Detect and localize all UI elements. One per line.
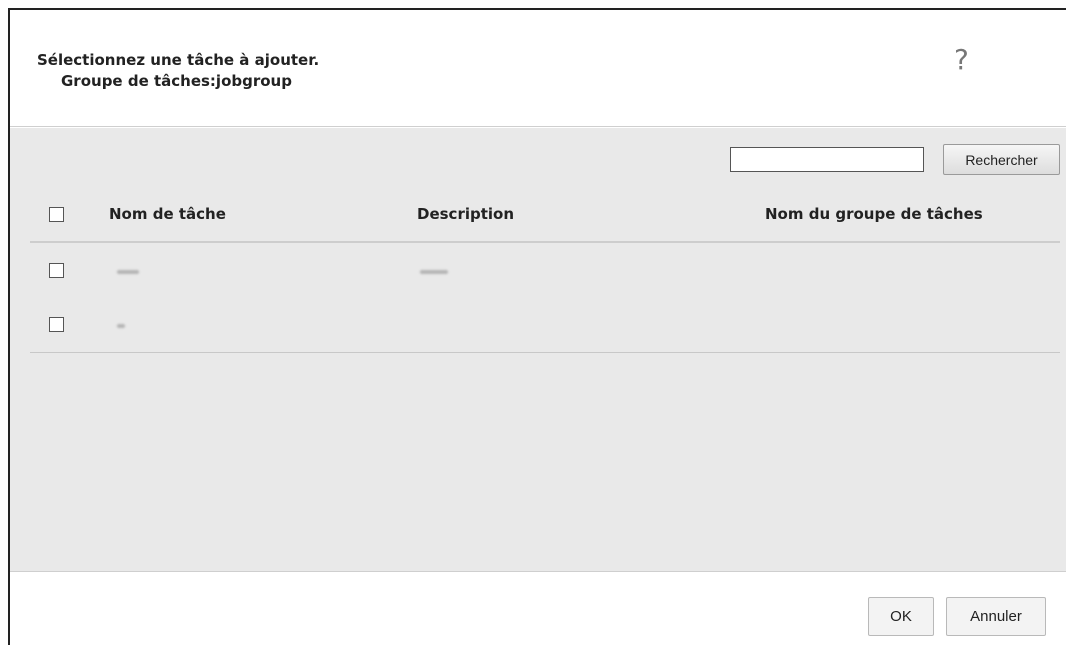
search-button[interactable]: Rechercher bbox=[943, 144, 1060, 175]
row-job-name bbox=[117, 324, 125, 328]
column-header-job-group[interactable]: Nom du groupe de tâches bbox=[765, 205, 983, 223]
column-header-description[interactable]: Description bbox=[417, 205, 514, 223]
select-all-checkbox[interactable] bbox=[49, 207, 64, 222]
help-icon[interactable]: ? bbox=[954, 46, 969, 74]
job-list-panel: Rechercher Nom de tâche Description Nom … bbox=[10, 128, 1066, 572]
header-divider bbox=[30, 241, 1060, 243]
dialog-footer: OK Annuler bbox=[10, 573, 1066, 645]
dialog-title: Sélectionnez une tâche à ajouter. bbox=[37, 51, 320, 69]
job-group-label: Groupe de tâches:jobgroup bbox=[61, 72, 292, 90]
row-job-name bbox=[117, 270, 139, 274]
ok-button[interactable]: OK bbox=[868, 597, 934, 636]
cancel-button[interactable]: Annuler bbox=[946, 597, 1046, 636]
row-checkbox[interactable] bbox=[49, 263, 64, 278]
search-input[interactable] bbox=[730, 147, 924, 172]
row-checkbox[interactable] bbox=[49, 317, 64, 332]
add-job-dialog: Sélectionnez une tâche à ajouter. Groupe… bbox=[8, 8, 1066, 645]
table-bottom-divider bbox=[30, 352, 1060, 353]
column-header-job-name[interactable]: Nom de tâche bbox=[109, 205, 226, 223]
row-description bbox=[420, 270, 448, 274]
dialog-header: Sélectionnez une tâche à ajouter. Groupe… bbox=[10, 10, 1066, 127]
